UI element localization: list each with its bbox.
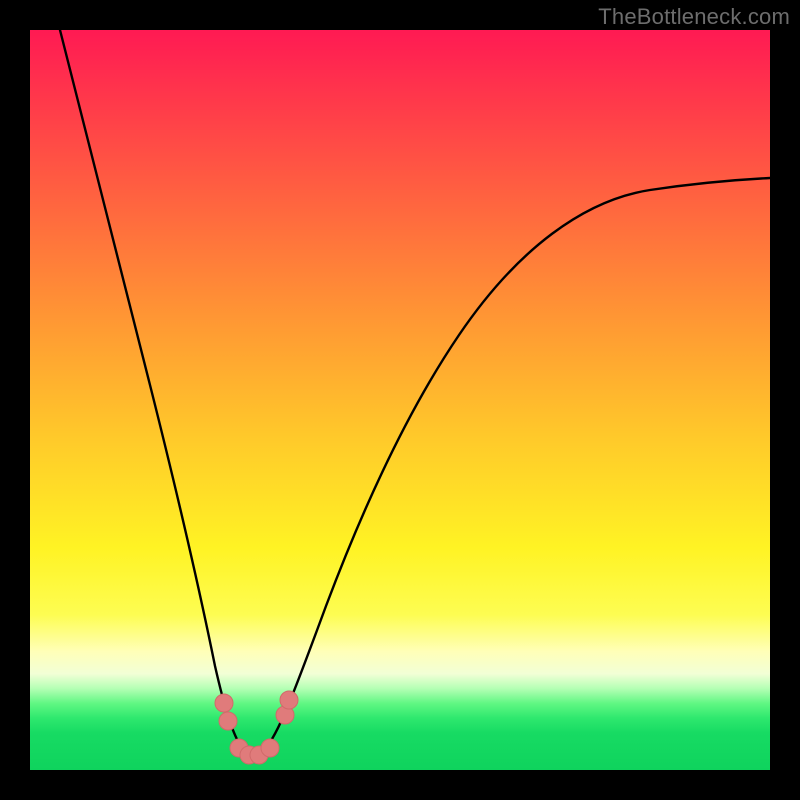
chart-svg — [30, 30, 770, 770]
marker-dot — [215, 694, 233, 712]
marker-group — [215, 691, 298, 764]
marker-dot — [261, 739, 279, 757]
bottleneck-curve — [60, 30, 770, 755]
marker-dot — [219, 712, 237, 730]
plot-area — [30, 30, 770, 770]
marker-dot — [280, 691, 298, 709]
chart-frame: TheBottleneck.com — [0, 0, 800, 800]
watermark-text: TheBottleneck.com — [598, 4, 790, 30]
